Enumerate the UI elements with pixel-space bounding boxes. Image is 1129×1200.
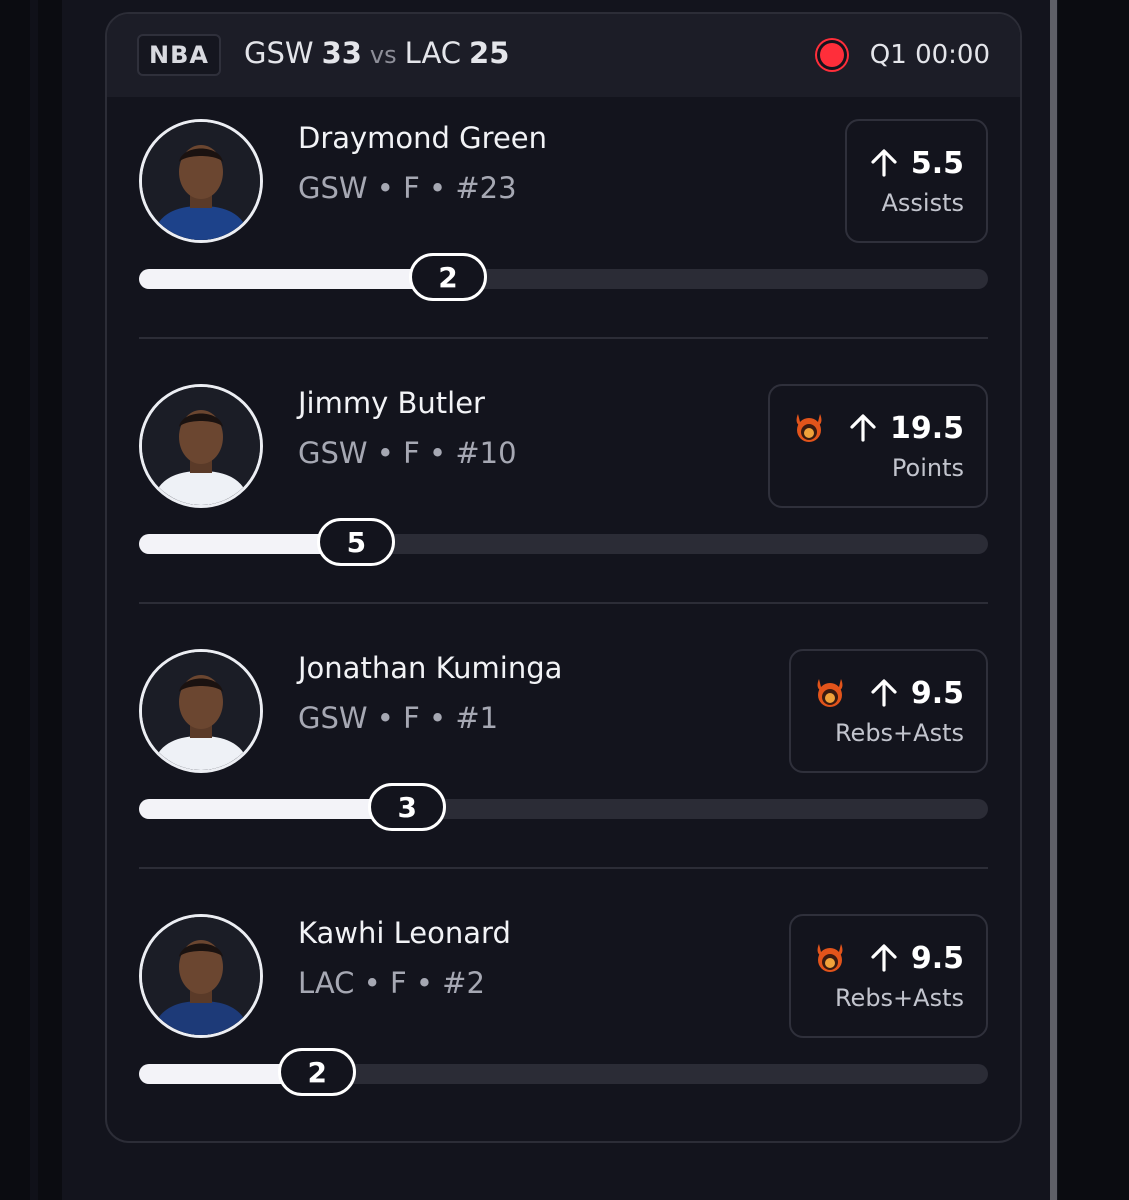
- demon-icon: [813, 676, 847, 710]
- row-divider: [139, 337, 988, 339]
- player-row[interactable]: Jonathan Kuminga GSW • F • #1 9.5 Rebs+A…: [107, 627, 1020, 893]
- player-name: Jonathan Kuminga: [298, 651, 563, 685]
- matchup-score: GSW 33 vs LAC 25: [244, 36, 509, 74]
- progress-track: 3: [139, 783, 988, 831]
- player-avatar[interactable]: [139, 384, 263, 508]
- current-stat-value: 3: [368, 783, 447, 831]
- game-card: NBA GSW 33 vs LAC 25 Q1 00:00 Draymond G…: [105, 12, 1022, 1143]
- progress-track: 2: [139, 1048, 988, 1096]
- player-avatar[interactable]: [139, 914, 263, 1038]
- scrollbar[interactable]: [1050, 0, 1057, 1200]
- current-stat-value: 5: [317, 518, 396, 566]
- game-status: Q1 00:00: [819, 36, 990, 74]
- player-meta: LAC • F • #2: [298, 966, 485, 1000]
- league-badge: NBA: [137, 34, 221, 76]
- game-clock: Q1 00:00: [869, 40, 990, 70]
- player-row[interactable]: Jimmy Butler GSW • F • #10 19.5 Points 5: [107, 362, 1020, 628]
- projection-line: 9.5: [910, 940, 964, 976]
- game-header: NBA GSW 33 vs LAC 25 Q1 00:00: [107, 14, 1020, 97]
- progress-track: 2: [139, 253, 988, 301]
- projection-pick-button[interactable]: 19.5 Points: [767, 384, 988, 508]
- progress-track: 5: [139, 518, 988, 566]
- player-meta: GSW • F • #1: [298, 701, 499, 735]
- arrow-up-icon: [869, 678, 899, 708]
- home-team: GSW: [244, 36, 314, 70]
- player-row[interactable]: Kawhi Leonard LAC • F • #2 9.5 Rebs+Asts…: [107, 892, 1020, 1141]
- current-stat-value: 2: [278, 1048, 357, 1096]
- player-avatar[interactable]: [139, 119, 263, 243]
- demon-icon: [813, 941, 847, 975]
- player-row[interactable]: Draymond Green GSW • F • #23 5.5 Assists…: [107, 97, 1020, 363]
- current-stat-value: 2: [409, 253, 488, 301]
- projection-stat: Rebs+Asts: [834, 718, 964, 747]
- progress-fill: [139, 799, 408, 819]
- away-team: LAC: [404, 36, 462, 70]
- projection-pick-button[interactable]: 9.5 Rebs+Asts: [788, 914, 988, 1038]
- player-name: Kawhi Leonard: [298, 916, 511, 950]
- live-indicator-icon: [819, 43, 844, 67]
- projection-line: 5.5: [910, 145, 964, 181]
- player-name: Jimmy Butler: [298, 386, 485, 420]
- arrow-up-icon: [848, 413, 878, 443]
- projection-stat: Assists: [881, 188, 964, 217]
- projection-stat: Rebs+Asts: [834, 983, 964, 1012]
- arrow-up-icon: [869, 943, 899, 973]
- projection-line: 9.5: [910, 675, 964, 711]
- arrow-up-icon: [869, 148, 899, 178]
- demon-icon: [792, 411, 826, 445]
- projection-pick-button[interactable]: 5.5 Assists: [844, 119, 988, 243]
- player-meta: GSW • F • #23: [298, 171, 517, 205]
- player-avatar[interactable]: [139, 649, 263, 773]
- player-meta: GSW • F • #10: [298, 436, 517, 470]
- player-name: Draymond Green: [298, 121, 548, 155]
- versus-label: vs: [369, 41, 397, 69]
- progress-fill: [139, 269, 449, 289]
- background-edge: [30, 0, 38, 1200]
- row-divider: [139, 867, 988, 869]
- projection-line: 19.5: [889, 410, 964, 446]
- home-score: 33: [321, 36, 362, 70]
- row-divider: [139, 602, 988, 604]
- away-score: 25: [469, 36, 510, 70]
- projection-pick-button[interactable]: 9.5 Rebs+Asts: [788, 649, 988, 773]
- projection-stat: Points: [891, 453, 964, 482]
